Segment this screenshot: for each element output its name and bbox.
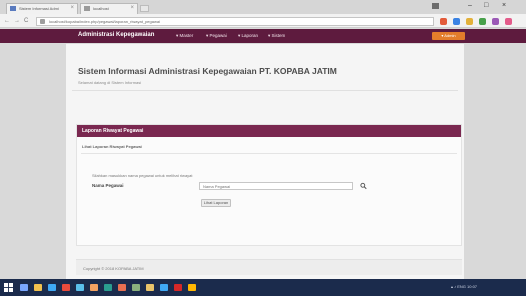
divider	[81, 153, 457, 154]
search-icon[interactable]	[360, 182, 367, 190]
taskbar-app-icon[interactable]	[188, 284, 196, 291]
close-window-button[interactable]: ×	[502, 2, 506, 10]
taskbar-app-icon[interactable]	[174, 284, 182, 291]
address-bar[interactable]: localhost/kopaba/index.php/pegawai/lapor…	[36, 17, 434, 26]
app-brand[interactable]: Administrasi Kepegawaian	[78, 32, 154, 38]
taskbar-app-icon[interactable]	[90, 284, 98, 291]
extension-icon[interactable]	[479, 18, 486, 25]
taskbar-app-icon[interactable]	[160, 284, 168, 291]
back-button[interactable]: ←	[4, 17, 10, 25]
reload-button[interactable]: C	[24, 17, 28, 25]
view-report-button[interactable]: Lihat Laporan	[201, 199, 231, 207]
taskbar-app-icon[interactable]	[118, 284, 126, 291]
user-menu-button[interactable]: ▾ Admin	[432, 32, 465, 40]
panel-header: Laporan Riwayat Pegawai	[77, 125, 461, 137]
menu-laporan[interactable]: ▾ Laporan	[238, 33, 258, 39]
breadcrumb: Lihat Laporan Riwayat Pegawai	[82, 144, 142, 149]
close-tab-icon[interactable]: ×	[70, 4, 74, 13]
profile-icon[interactable]	[432, 3, 439, 9]
page-subtitle: Selamat datang di Sistem Informasi	[78, 80, 142, 85]
panel-title: Laporan Riwayat Pegawai	[82, 128, 144, 134]
taskbar-app-icon[interactable]	[146, 284, 154, 291]
taskbar-app-icon[interactable]	[62, 284, 70, 291]
close-tab-icon[interactable]: ×	[130, 4, 134, 13]
new-tab-button[interactable]	[140, 5, 149, 12]
page-info-icon[interactable]	[40, 19, 45, 24]
footer: Copyright © 2018 KOPABA JATIM	[76, 259, 462, 275]
extension-icon[interactable]	[466, 18, 473, 25]
report-panel: Laporan Riwayat Pegawai Lihat Laporan Ri…	[76, 124, 462, 246]
extension-icon[interactable]	[453, 18, 460, 25]
address-text: localhost/kopaba/index.php/pegawai/lapor…	[49, 19, 160, 24]
maximize-button[interactable]: □	[484, 2, 488, 10]
menu-pegawai[interactable]: ▾ Pegawai	[206, 33, 227, 39]
browser-tab-label: localhost	[93, 6, 109, 11]
browser-tab-label: Sistem Informasi Admi	[19, 6, 59, 11]
os-taskbar: ▴ ♪ ENG 10:07	[0, 279, 526, 296]
page-title: Sistem Informasi Administrasi Kepegawaia…	[78, 66, 337, 76]
browser-tab-2[interactable]: localhost ×	[80, 3, 138, 14]
browser-toolbar: ← → C localhost/kopaba/index.php/pegawai…	[0, 14, 526, 28]
employee-name-input[interactable]	[199, 182, 353, 190]
extension-icon[interactable]	[440, 18, 447, 25]
windows-start-icon[interactable]	[4, 283, 13, 292]
taskbar-app-icon[interactable]	[20, 284, 28, 291]
divider	[72, 90, 458, 91]
taskbar-app-icon[interactable]	[34, 284, 42, 291]
main-container: Sistem Informasi Administrasi Kepegawaia…	[66, 44, 464, 279]
instruction-text: Silahkan masukkan nama pegawai untuk mel…	[92, 173, 193, 178]
forward-button[interactable]: →	[14, 17, 20, 25]
employee-name-label: Nama Pegawai	[92, 183, 124, 188]
taskbar-app-icon[interactable]	[132, 284, 140, 291]
footer-text: Copyright © 2018 KOPABA JATIM	[83, 266, 144, 271]
taskbar-app-icon[interactable]	[104, 284, 112, 291]
extension-icon[interactable]	[492, 18, 499, 25]
menu-sistem[interactable]: ▾ Sistem	[268, 33, 285, 39]
taskbar-app-icon[interactable]	[48, 284, 56, 291]
browser-tab-active[interactable]: Sistem Informasi Admi ×	[6, 3, 78, 14]
menu-master[interactable]: ▾ Master	[176, 33, 193, 39]
minimize-button[interactable]: –	[468, 2, 472, 10]
favicon-icon	[84, 6, 90, 11]
favicon-icon	[10, 6, 16, 11]
page-viewport: Administrasi Kepegawaian ▾ Master ▾ Pega…	[0, 29, 526, 279]
extension-icon[interactable]	[505, 18, 512, 25]
taskbar-app-icon[interactable]	[76, 284, 84, 291]
system-tray[interactable]: ▴ ♪ ENG 10:07	[451, 284, 477, 289]
app-navbar: Administrasi Kepegawaian ▾ Master ▾ Pega…	[0, 29, 526, 43]
browser-tab-strip: Sistem Informasi Admi × localhost × – □ …	[0, 0, 526, 14]
